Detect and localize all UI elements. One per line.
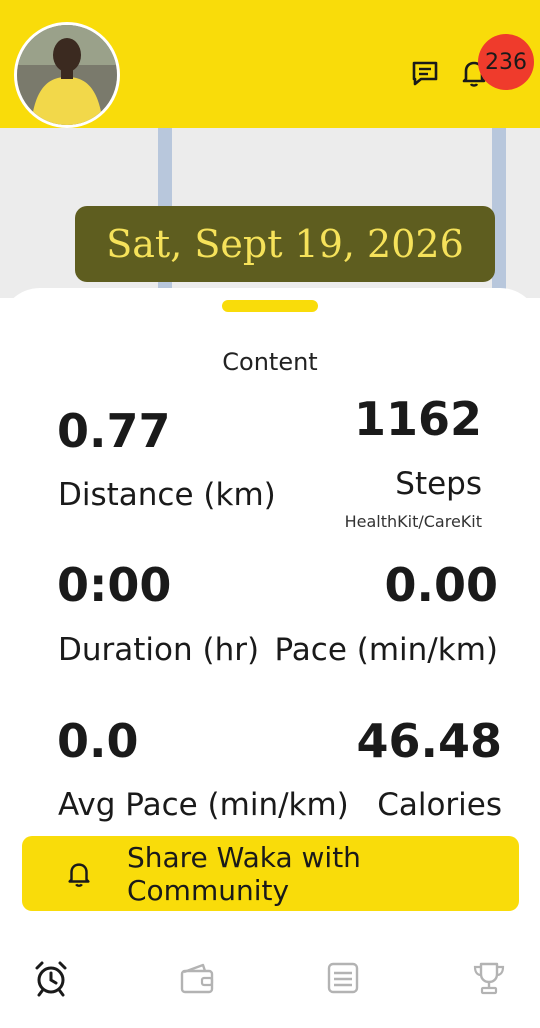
messages-button[interactable] (408, 56, 442, 90)
avatar[interactable] (14, 22, 120, 128)
steps-label: Steps (395, 466, 482, 502)
nav-item-activity[interactable] (29, 956, 73, 1000)
duration-value: 0:00 (57, 558, 172, 612)
duration-label: Duration (hr) (58, 632, 260, 668)
avg-pace-label: Avg Pace (min/km) (58, 787, 349, 823)
avg-pace-value: 0.0 (57, 714, 139, 768)
chat-icon (412, 61, 438, 86)
list-icon (327, 962, 359, 994)
calories-label: Calories (377, 787, 502, 823)
wallet-icon (180, 963, 214, 994)
trophy-icon (473, 962, 505, 995)
nav-item-wallet[interactable] (175, 956, 219, 1000)
nav-item-feed[interactable] (321, 956, 365, 1000)
calories-value: 46.48 (356, 714, 502, 768)
content-label: Content (222, 348, 318, 376)
pace-label: Pace (min/km) (274, 632, 498, 668)
share-community-button[interactable]: Share Waka with Community (22, 836, 519, 911)
pace-value: 0.00 (384, 558, 499, 612)
date-text: Sat, Sept 19, 2026 (106, 222, 464, 266)
steps-value: 1162 (353, 392, 482, 446)
steps-source-label: HealthKit/CareKit (344, 512, 482, 531)
avatar-photo (17, 25, 117, 125)
share-button-label: Share Waka with Community (126, 840, 361, 907)
distance-label: Distance (km) (58, 477, 276, 513)
notification-count-badge: 236 (478, 34, 534, 90)
bell-icon (64, 858, 95, 890)
alarm-clock-icon (35, 961, 67, 997)
date-banner: Sat, Sept 19, 2026 (75, 206, 495, 282)
nav-item-leaderboard[interactable] (467, 956, 511, 1000)
distance-value: 0.77 (57, 404, 171, 458)
sheet-drag-handle[interactable] (222, 300, 318, 312)
